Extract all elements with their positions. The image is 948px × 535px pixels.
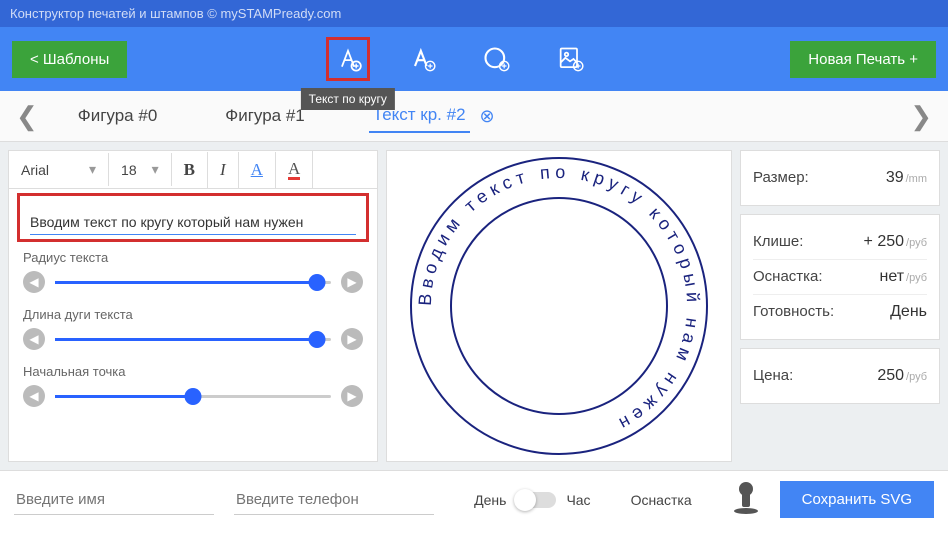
templates-button[interactable]: < Шаблоны [12,41,127,78]
slider-track[interactable] [55,395,331,398]
phone-input[interactable] [234,485,434,515]
font-size-select[interactable]: 18 ▾ [109,153,172,186]
preview-canvas: Вводим текст по кругу который нам нужен [386,150,732,462]
klise-value: + 250 [864,233,904,250]
font-size-label: 18 [121,162,137,178]
svg-text:Вводим текст по кругу который: Вводим текст по кругу который нам нужен [415,162,703,436]
font-family-select[interactable]: Arial ▾ [9,153,109,186]
slider-decrease[interactable]: ◀ [23,385,45,407]
chevron-down-icon: ▾ [89,161,96,178]
image-tool[interactable] [548,37,592,81]
font-family-label: Arial [21,162,49,178]
slider-track[interactable] [55,281,331,284]
italic-button[interactable]: I [208,152,239,188]
price-value: 250 [877,367,904,384]
slider-increase[interactable]: ▶ [341,271,363,293]
slider-increase[interactable]: ▶ [341,328,363,350]
tabs-row: ❮ Фигура #0 Фигура #1 Текст кр. #2 ⊗ ❯ [0,91,948,142]
size-label: Размер: [753,169,809,186]
info-panel: Размер:39/mm Клише:+ 250/руб Оснастка:не… [740,150,940,462]
tab-figure-1[interactable]: Фигура #1 [221,100,308,132]
osn-label: Оснастка: [753,268,823,285]
underline-button[interactable]: A [239,152,276,188]
price-label: Цена: [753,367,793,384]
shape-circle-tool[interactable] [474,37,518,81]
day-hour-toggle[interactable] [516,492,556,508]
tab-close-icon[interactable]: ⊗ [480,106,495,127]
main-toolbar: < Шаблоны Текст по кругу Новая Печать + [0,27,948,91]
bottom-bar: День Час Оснастка Сохранить SVG [0,470,948,528]
slider-increase[interactable]: ▶ [341,385,363,407]
hour-label: Час [566,492,590,508]
osnastka-label: Оснастка [631,492,692,508]
klise-label: Клише: [753,233,803,250]
save-svg-button[interactable]: Сохранить SVG [780,481,934,518]
bold-button[interactable]: B [172,152,208,188]
new-stamp-button[interactable]: Новая Печать + [790,41,936,78]
chevron-down-icon: ▾ [152,161,159,178]
text-color-button[interactable]: A [276,151,313,188]
text-circle-tool[interactable]: Текст по кругу [326,37,370,81]
slider-decrease[interactable]: ◀ [23,271,45,293]
size-value: 39 [886,169,904,186]
ready-value: День [890,303,927,321]
name-input[interactable] [14,485,214,515]
day-label: День [474,492,506,508]
ready-label: Готовность: [753,303,834,320]
tooltip: Текст по кругу [301,88,395,110]
tabs-next[interactable]: ❯ [904,101,938,132]
slider-label-1: Длина дуги текста [23,307,363,322]
slider-track[interactable] [55,338,331,341]
stamp-icon [732,481,760,518]
properties-panel: Arial ▾ 18 ▾ B I A A Радиус текста ◀ ▶ [8,150,378,462]
tabs-prev[interactable]: ❮ [10,101,44,132]
text-line-tool[interactable] [400,37,444,81]
osn-value: нет [879,268,904,285]
slider-label-2: Начальная точка [23,364,363,379]
tab-figure-0[interactable]: Фигура #0 [74,100,161,132]
app-title: Конструктор печатей и штампов © mySTAMPr… [0,0,948,27]
slider-decrease[interactable]: ◀ [23,328,45,350]
circle-text-input[interactable] [30,210,356,235]
slider-label-0: Радиус текста [23,250,363,265]
